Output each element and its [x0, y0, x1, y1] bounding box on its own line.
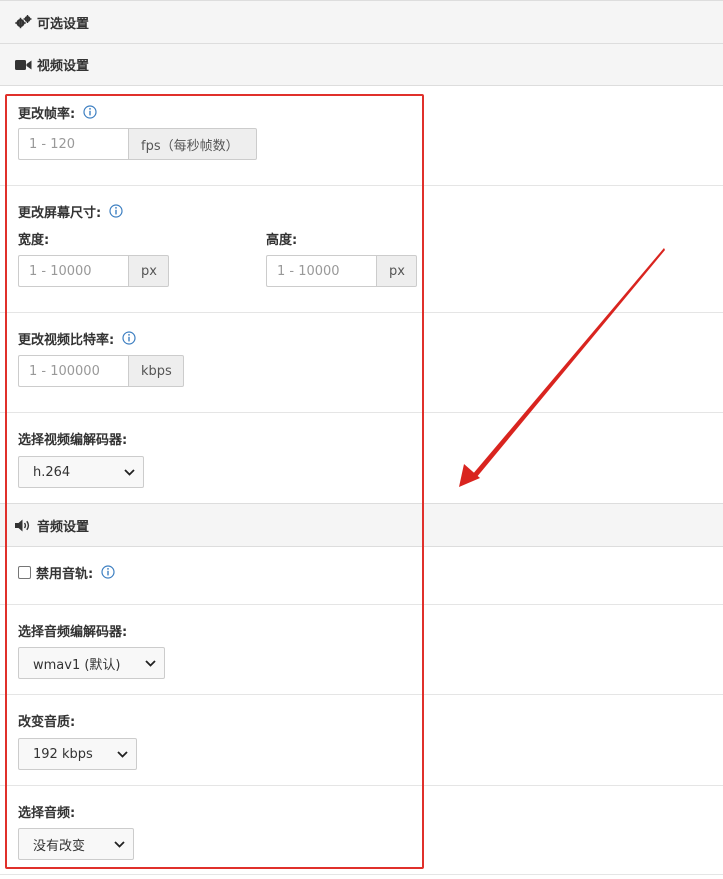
divider	[0, 412, 723, 413]
info-icon[interactable]	[83, 105, 97, 119]
divider	[0, 185, 723, 186]
audio-frequency-select[interactable]: 没有改变	[18, 828, 134, 860]
gears-icon	[15, 15, 32, 29]
frame-rate-input[interactable]	[18, 128, 128, 160]
audio-frequency-value: 没有改变	[33, 838, 86, 854]
info-icon[interactable]	[109, 204, 123, 218]
divider	[0, 604, 723, 605]
width-addon: px	[128, 255, 169, 287]
frame-rate-input-group: fps（每秒帧数）	[18, 128, 257, 160]
frame-rate-label: 更改帧率:	[18, 102, 97, 122]
bitrate-label: 更改视频比特率:	[18, 328, 136, 348]
chevron-down-icon	[117, 750, 128, 758]
audio-codec-label: 选择音频编解码器:	[18, 624, 128, 640]
audio-codec-value: wmav1 (默认)	[33, 657, 121, 673]
height-addon: px	[376, 255, 417, 287]
info-icon[interactable]	[122, 331, 136, 345]
video-settings-header: 视频设置	[0, 43, 723, 86]
height-input[interactable]	[266, 255, 376, 287]
video-codec-value: h.264	[33, 464, 71, 480]
bitrate-addon: kbps	[128, 355, 184, 387]
width-input[interactable]	[18, 255, 128, 287]
height-label: 高度:	[266, 232, 298, 248]
video-codec-label: 选择视频编解码器:	[18, 432, 128, 448]
audio-quality-label: 改变音质:	[18, 714, 76, 730]
screen-size-label: 更改屏幕尺寸:	[18, 201, 123, 221]
audio-quality-value: 192 kbps	[33, 746, 93, 762]
info-icon[interactable]	[101, 565, 115, 579]
bitrate-input-group: kbps	[18, 355, 184, 387]
video-settings-title: 视频设置	[37, 59, 90, 74]
video-codec-select[interactable]: h.264	[18, 456, 144, 488]
divider	[0, 694, 723, 695]
audio-frequency-label: 选择音频:	[18, 805, 76, 821]
chevron-down-icon	[124, 468, 135, 476]
bitrate-input[interactable]	[18, 355, 128, 387]
audio-settings-title: 音频设置	[37, 519, 90, 535]
divider	[0, 785, 723, 786]
chevron-down-icon	[145, 659, 156, 667]
height-input-group: px	[266, 255, 417, 287]
optional-settings-title: 可选设置	[37, 16, 90, 32]
width-label: 宽度:	[18, 232, 50, 248]
disable-audio-label: 禁用音轨:	[36, 566, 94, 582]
video-camera-icon	[15, 59, 32, 71]
audio-settings-header: 音频设置	[0, 503, 723, 547]
speaker-icon	[15, 519, 32, 532]
frame-rate-addon: fps（每秒帧数）	[128, 128, 257, 160]
audio-quality-select[interactable]: 192 kbps	[18, 738, 137, 770]
divider	[0, 874, 723, 875]
audio-codec-select[interactable]: wmav1 (默认)	[18, 647, 165, 679]
disable-audio-row: 禁用音轨:	[18, 562, 115, 582]
width-input-group: px	[18, 255, 169, 287]
divider	[0, 312, 723, 313]
disable-audio-checkbox[interactable]	[18, 565, 31, 579]
optional-settings-header: 可选设置	[0, 0, 723, 44]
chevron-down-icon	[114, 840, 125, 848]
